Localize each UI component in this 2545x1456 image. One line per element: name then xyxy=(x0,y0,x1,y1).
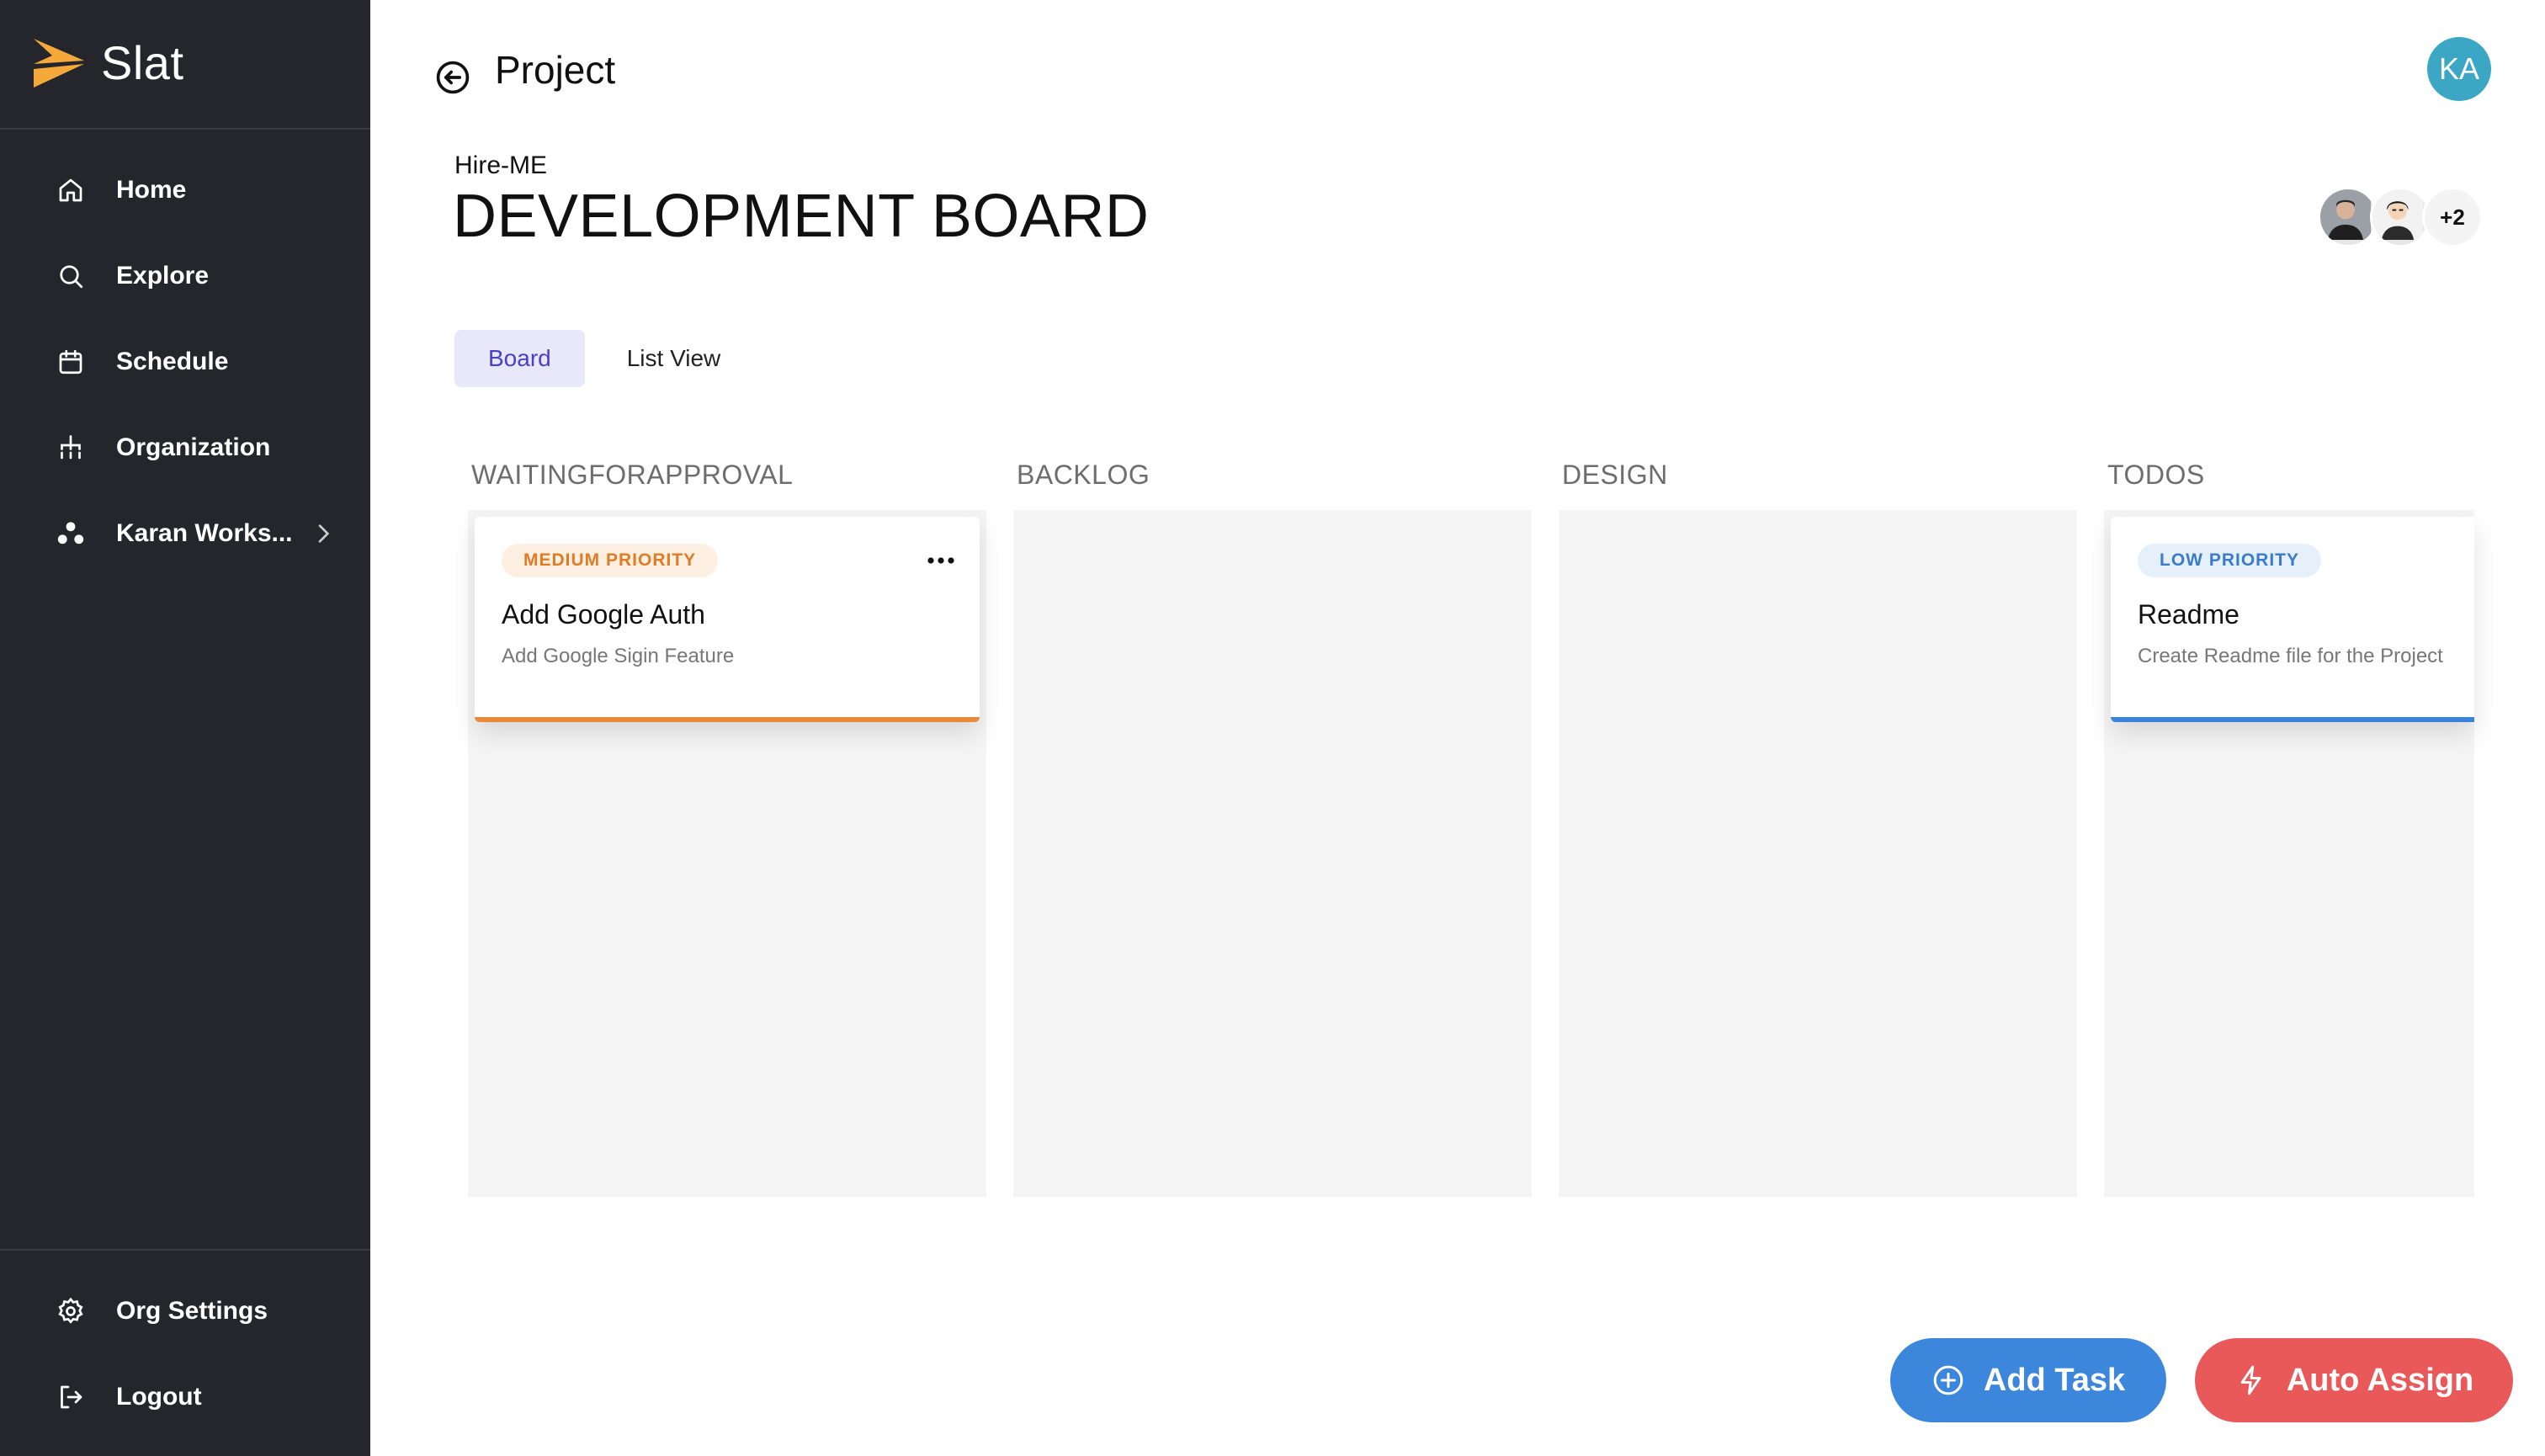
priority-accent-bar xyxy=(475,717,980,722)
auto-assign-label: Auto Assign xyxy=(2286,1362,2474,1398)
calendar-icon xyxy=(54,345,88,379)
view-tabs: Board List View xyxy=(454,330,754,387)
column-title: TODOS xyxy=(2107,460,2205,490)
sidebar-item-explore[interactable]: Explore xyxy=(0,237,370,315)
task-title: Add Google Auth xyxy=(502,599,705,630)
tab-list-view[interactable]: List View xyxy=(593,330,755,387)
workspace-icon xyxy=(54,517,88,550)
sidebar-item-label: Home xyxy=(116,176,187,204)
sidebar-item-schedule[interactable]: Schedule xyxy=(0,323,370,401)
more-options-icon[interactable] xyxy=(922,552,959,569)
page-title: Project xyxy=(495,48,616,92)
user-avatar[interactable]: KA xyxy=(2427,37,2491,101)
chevron-right-icon xyxy=(318,524,330,543)
sidebar: Slat Home Explore Schedule Organization … xyxy=(0,0,370,1456)
task-title: Readme xyxy=(2138,599,2239,630)
add-task-button[interactable]: Add Task xyxy=(1890,1338,2166,1422)
column-title: BACKLOG xyxy=(1017,460,1150,490)
sidebar-item-logout[interactable]: Logout xyxy=(0,1358,370,1436)
sidebar-divider xyxy=(0,1249,370,1251)
column-design[interactable] xyxy=(1559,510,2077,1197)
logout-icon xyxy=(54,1380,88,1414)
task-description: Create Readme file for the Project xyxy=(2138,645,2443,667)
task-card[interactable]: LOW PRIORITY Readme Create Readme file f… xyxy=(2111,517,2474,722)
task-card[interactable]: MEDIUM PRIORITY Add Google Auth Add Goog… xyxy=(475,517,980,722)
sidebar-divider xyxy=(0,128,370,130)
sidebar-item-label: Karan Works... xyxy=(116,519,293,547)
plus-circle-icon xyxy=(1933,1365,1963,1395)
app-logo[interactable]: Slat xyxy=(32,29,184,96)
sidebar-item-label: Logout xyxy=(116,1383,202,1411)
more-members-badge: +2 xyxy=(2422,187,2483,247)
lightning-icon xyxy=(2240,1365,2261,1395)
priority-accent-bar xyxy=(2111,717,2474,722)
project-workspace: Hire-ME xyxy=(454,151,547,179)
priority-badge: MEDIUM PRIORITY xyxy=(502,544,719,577)
auto-assign-button[interactable]: Auto Assign xyxy=(2195,1338,2513,1422)
home-icon xyxy=(54,173,88,207)
sidebar-item-workspace[interactable]: Karan Works... xyxy=(0,495,370,572)
sidebar-item-label: Org Settings xyxy=(116,1297,268,1325)
gear-icon xyxy=(54,1294,88,1328)
member-avatars[interactable]: +2 xyxy=(2318,187,2483,247)
task-description: Add Google Sigin Feature xyxy=(502,645,735,667)
back-arrow-icon[interactable] xyxy=(434,59,471,96)
priority-badge: LOW PRIORITY xyxy=(2138,544,2321,577)
sidebar-item-label: Organization xyxy=(116,433,271,461)
column-title: DESIGN xyxy=(1562,460,1668,490)
search-icon xyxy=(54,259,88,293)
project-name: DEVELOPMENT BOARD xyxy=(453,183,1150,250)
sidebar-item-home[interactable]: Home xyxy=(0,151,370,229)
add-task-label: Add Task xyxy=(1983,1362,2126,1398)
slat-logo-icon xyxy=(34,39,84,88)
app-name: Slat xyxy=(101,35,184,89)
column-title: WAITINGFORAPPROVAL xyxy=(471,460,794,490)
column-backlog[interactable] xyxy=(1013,510,1532,1197)
sidebar-item-label: Explore xyxy=(116,262,210,290)
sidebar-item-org-settings[interactable]: Org Settings xyxy=(0,1273,370,1350)
tab-board[interactable]: Board xyxy=(454,330,585,387)
sidebar-item-label: Schedule xyxy=(116,348,229,375)
org-chart-icon xyxy=(54,431,88,465)
sidebar-item-organization[interactable]: Organization xyxy=(0,409,370,486)
